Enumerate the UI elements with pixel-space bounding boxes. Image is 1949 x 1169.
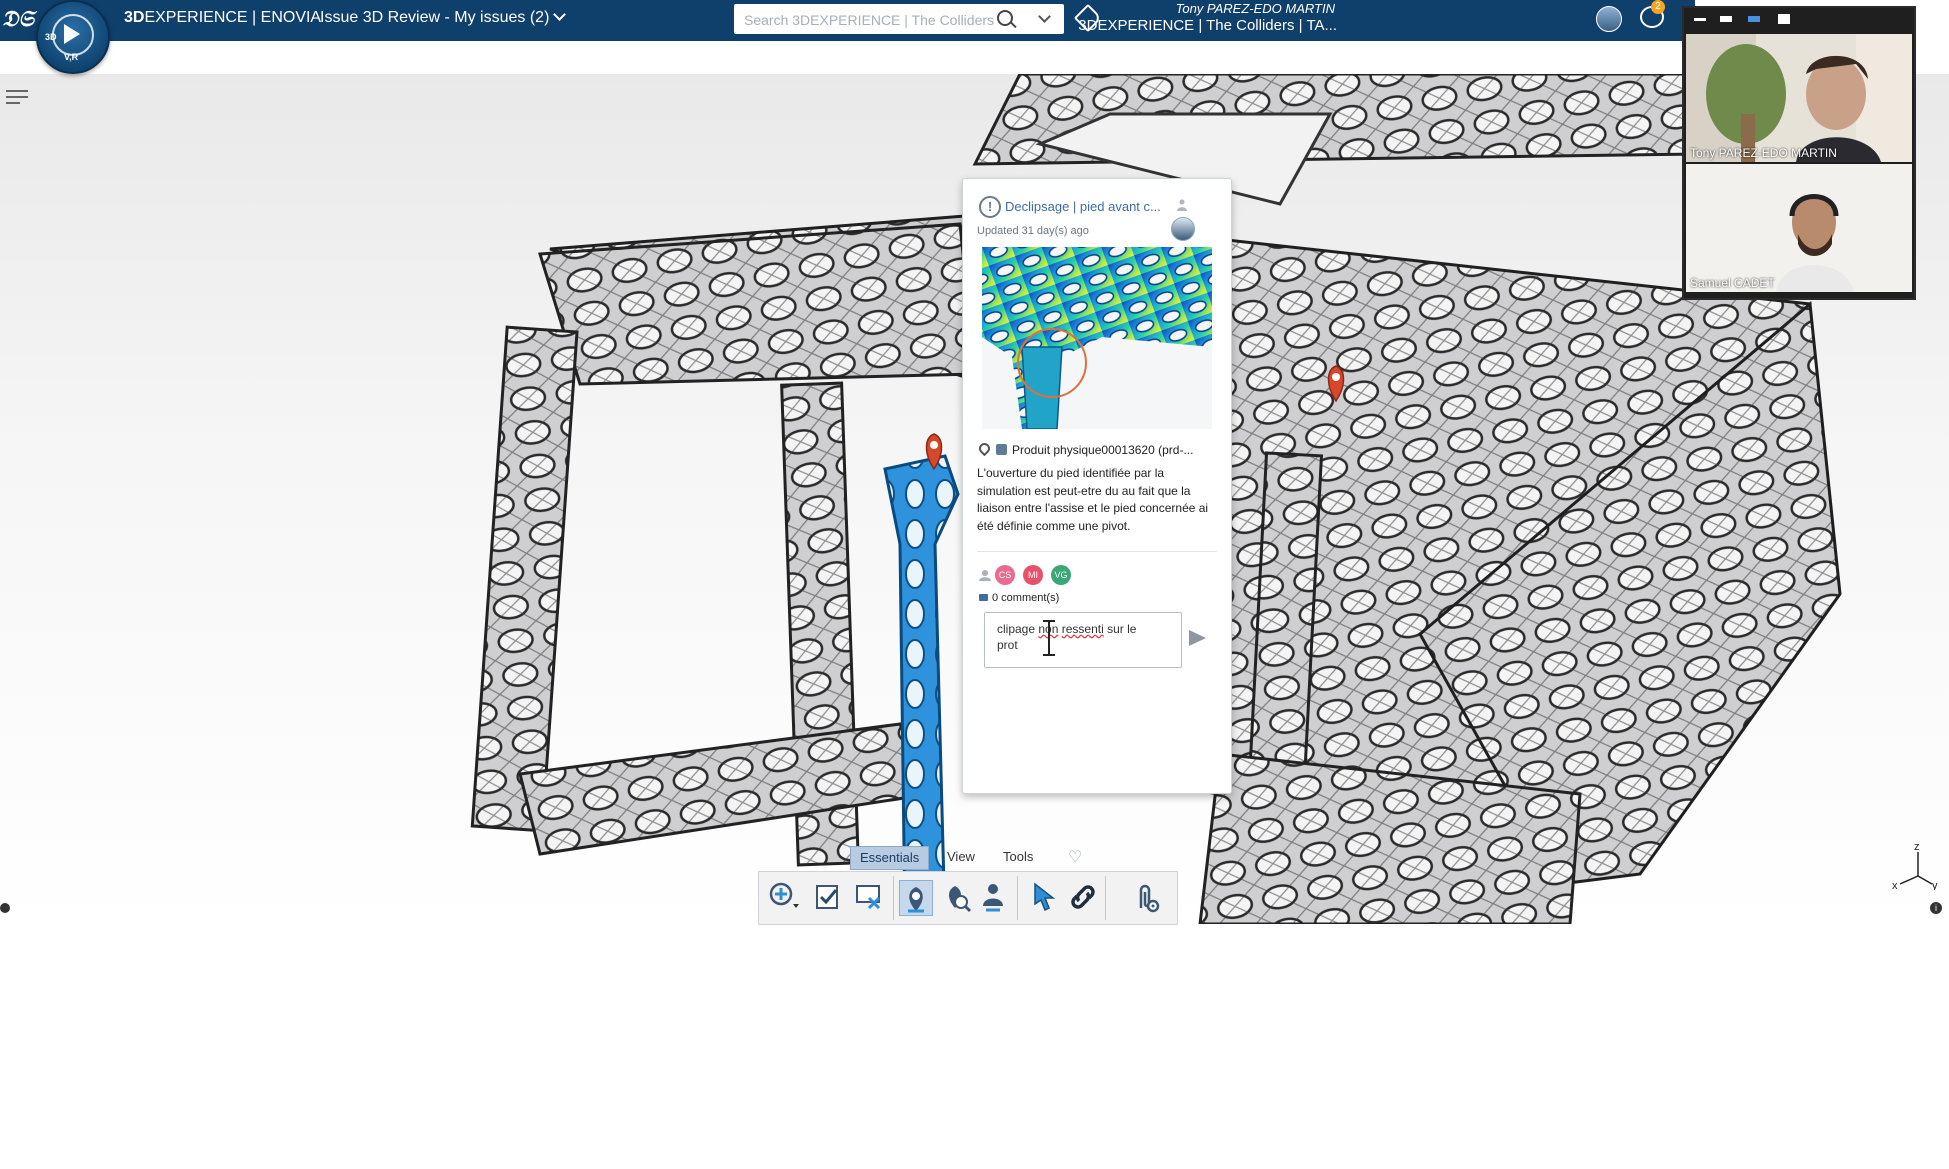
send-icon[interactable] [1189,630,1206,646]
new-issue-icon[interactable] [767,880,799,914]
minimize-icon [1694,18,1706,21]
axis-triad[interactable]: z x y [1890,840,1940,890]
search-icon[interactable] [997,10,1013,26]
comment-icon [979,594,988,601]
select-icon[interactable] [1027,880,1059,914]
help-icon[interactable] [0,903,10,913]
compass-vr-label: V,R [64,52,79,62]
assignee-avatar[interactable]: MI [1023,565,1043,585]
location-row[interactable]: Produit physique00013620 (prd-... [979,443,1219,457]
info-icon[interactable]: i [1930,902,1942,914]
app-title: 3DEXPERIENCE | ENOVIA [124,9,322,26]
issue-thumbnail[interactable] [982,247,1212,429]
comments-count[interactable]: 0 comment(s) [979,592,1059,604]
toolbar-divider [1105,876,1106,920]
location-pin-icon [979,443,993,457]
comment-input[interactable]: clipage non ressenti sur leprot [984,612,1182,668]
participant-tile[interactable]: Tony PAREZ-EDO MARTIN [1686,34,1912,162]
favorite-icon[interactable]: ♡ [1068,847,1082,867]
dassault-logo-icon[interactable]: 𝔇𝔖 [2,4,34,34]
compass-3d-label: 3D [45,32,57,42]
user-name[interactable]: Tony PAREZ-EDO MARTIN [1176,1,1335,16]
search-box[interactable] [734,4,1064,34]
person-icon [1177,199,1187,211]
attachment-settings-icon[interactable] [1129,880,1161,914]
top-bar: 𝔇𝔖 3DEXPERIENCE | ENOVIA Issue 3D Review… [0,0,1695,41]
participant-tile[interactable]: Samuel CADET [1686,164,1912,292]
close-icon[interactable]: × [1926,6,1935,24]
tab-essentials[interactable]: Essentials [850,846,930,870]
divider [977,551,1217,552]
platform-name[interactable]: 3DEXPERIENCE | The Colliders | TA... [1078,17,1337,34]
search-scope-dropdown-icon[interactable] [1038,10,1051,23]
tab-tools[interactable]: Tools [994,846,1042,868]
product-link[interactable]: Produit physique00013620 (prd-... [1012,443,1193,457]
validate-icon[interactable] [811,880,843,914]
assignee-avatar[interactable]: CS [995,565,1015,585]
tab-view[interactable]: View [938,846,984,868]
compass-button[interactable]: 3D V,R [36,0,110,74]
action-toolbar [758,871,1178,925]
video-call-window[interactable]: Tony PAREZ-EDO MARTIN Samuel CADET [1682,6,1916,300]
toolbar-divider [893,876,894,920]
search-input[interactable] [742,9,996,31]
text-cursor-icon [1043,620,1055,656]
play-icon [64,24,80,44]
chevron-down-icon [553,8,567,21]
axis-z-label: z [1914,841,1920,853]
updated-timestamp: Updated 31 day(s) ago [977,225,1089,237]
restore-icon [1720,16,1732,22]
notification-badge: 2 [1651,0,1665,14]
participant-name: Samuel CADET [1690,276,1775,290]
zoom-pin-icon[interactable] [941,880,973,914]
link-icon[interactable] [1067,880,1099,914]
issue-icon: ! [979,196,1001,218]
issue-description: L'ouverture du pied identifiée par la si… [977,466,1209,533]
issue-view-selector[interactable]: Issue 3D Review - My issues (2) [320,8,567,27]
assignees-icon [979,570,991,581]
grid-icon [1778,14,1790,24]
toolbar-divider [1017,876,1018,920]
pin-icon[interactable] [899,880,933,916]
axis-x-label: x [1892,880,1898,890]
axis-y-label: y [1932,880,1938,890]
user-pin-icon[interactable] [977,880,1009,914]
sub-header [0,41,1695,74]
layout-icon [1748,16,1760,22]
assignee-avatar[interactable]: VG [1051,565,1071,585]
issue-card[interactable]: ! Declipsage | pied avant c... Updated 3… [962,178,1232,794]
comment-draft-text[interactable]: clipage non ressenti sur leprot [997,621,1167,653]
user-avatar[interactable] [1596,6,1622,32]
issue-title[interactable]: Declipsage | pied avant c... [1005,199,1175,214]
owner-avatar[interactable] [1171,217,1195,241]
product-icon [996,444,1007,455]
tree-toggle-icon[interactable] [6,90,28,108]
review-filter-icon[interactable] [853,880,885,914]
participant-name: Tony PAREZ-EDO MARTIN [1690,146,1837,160]
